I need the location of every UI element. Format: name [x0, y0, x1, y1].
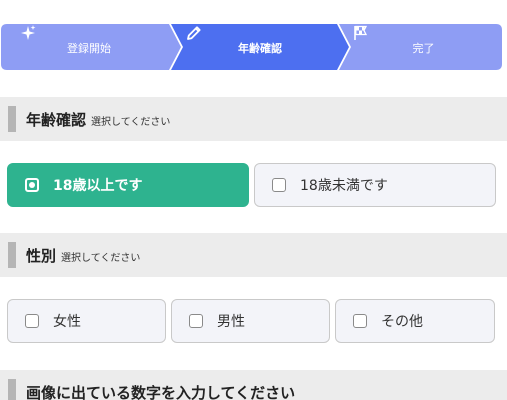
section-subtitle: 選択してください: [61, 253, 141, 264]
option-label: 18歳未満です: [300, 178, 388, 194]
section-title: 画像に出ている数字を入力してください: [26, 383, 296, 400]
section-title: 性別: [26, 246, 57, 265]
option-label: その他: [381, 314, 423, 330]
step-label: 登録開始: [67, 41, 111, 55]
radio-unchecked-icon: [189, 314, 203, 328]
option-label: 18歳以上です: [53, 178, 143, 194]
step-complete: 完了: [351, 24, 496, 70]
gender-section-header: 性別 選択してください: [0, 233, 507, 277]
gender-option-other[interactable]: その他: [335, 299, 495, 343]
checkered-flag-icon: [354, 25, 368, 40]
radio-checked-icon: [25, 178, 39, 192]
radio-unchecked-icon: [25, 314, 39, 328]
option-label: 男性: [217, 314, 245, 330]
step-label: 年齢確認: [238, 41, 282, 55]
age-option-over-18[interactable]: 18歳以上です: [7, 163, 249, 207]
sparkle-icon: [21, 25, 36, 40]
gender-option-female[interactable]: 女性: [7, 299, 166, 343]
section-marker: [8, 242, 16, 268]
progress-stepper: 登録開始 年齢確認 完了: [1, 24, 502, 70]
gender-option-male[interactable]: 男性: [171, 299, 330, 343]
option-label: 女性: [53, 314, 81, 330]
step-registration-start: 登録開始: [19, 24, 159, 70]
section-marker: [8, 379, 16, 400]
captcha-section-header: 画像に出ている数字を入力してください: [0, 370, 507, 400]
section-marker: [8, 106, 16, 132]
step-label: 完了: [412, 41, 435, 55]
radio-unchecked-icon: [353, 314, 367, 328]
age-section-header: 年齢確認 選択してください: [0, 97, 507, 141]
section-title: 年齢確認: [26, 110, 87, 129]
step-age-verification: 年齢確認: [185, 24, 335, 70]
age-option-under-18[interactable]: 18歳未満です: [254, 163, 496, 207]
pencil-icon: [187, 26, 201, 40]
section-subtitle: 選択してください: [91, 117, 171, 128]
radio-unchecked-icon: [272, 178, 286, 192]
